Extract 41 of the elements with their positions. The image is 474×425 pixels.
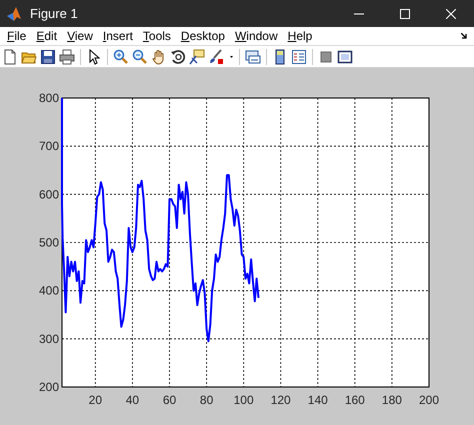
zoom-in-icon[interactable]: [113, 48, 129, 64]
tick-label: 200: [418, 393, 440, 407]
maximize-icon: [400, 8, 410, 18]
app-logo-icon: [6, 6, 22, 22]
rotate-icon[interactable]: [170, 48, 186, 64]
tick-label: 500: [38, 236, 59, 250]
zoom-out-icon[interactable]: [132, 48, 148, 64]
menu-item[interactable]: Tools: [138, 27, 176, 45]
close-icon: [446, 8, 456, 18]
data-cursor-icon[interactable]: [189, 48, 205, 64]
menu-item[interactable]: File: [2, 27, 32, 45]
tick-label: 700: [38, 139, 59, 154]
tick-label: 20: [88, 393, 102, 407]
tick-label: 120: [270, 393, 291, 407]
tick-label: 800: [38, 91, 59, 105]
tick-label: 300: [38, 332, 59, 346]
tick-label: 180: [382, 393, 402, 407]
menu-item[interactable]: Edit: [31, 27, 62, 45]
window-panel-icon[interactable]: [337, 48, 353, 64]
printer-icon[interactable]: [59, 48, 75, 64]
tick-label: 100: [234, 393, 254, 407]
window-title: Figure 1: [30, 4, 78, 23]
menu-item[interactable]: Desktop: [176, 27, 230, 45]
brush-icon[interactable]: [208, 48, 224, 64]
square-icon[interactable]: [318, 48, 334, 64]
linked-plot-icon[interactable]: [245, 48, 261, 64]
tick-label: 400: [38, 284, 59, 298]
menu-item[interactable]: Insert: [98, 27, 138, 45]
menu-item[interactable]: View: [62, 27, 98, 45]
menu-item[interactable]: Help: [282, 27, 318, 45]
dock-arrow-icon[interactable]: [461, 32, 468, 40]
tick-label: 60: [162, 393, 176, 407]
menu-item[interactable]: Window: [230, 27, 283, 45]
tick-label: 600: [38, 187, 59, 202]
tick-label: 160: [344, 393, 365, 407]
tick-label: 140: [308, 393, 328, 407]
document-icon[interactable]: [2, 48, 18, 64]
tick-label: 80: [200, 393, 214, 407]
tick-label: 200: [38, 380, 59, 394]
legend-icon[interactable]: [291, 48, 307, 64]
tick-label: 40: [126, 393, 140, 407]
